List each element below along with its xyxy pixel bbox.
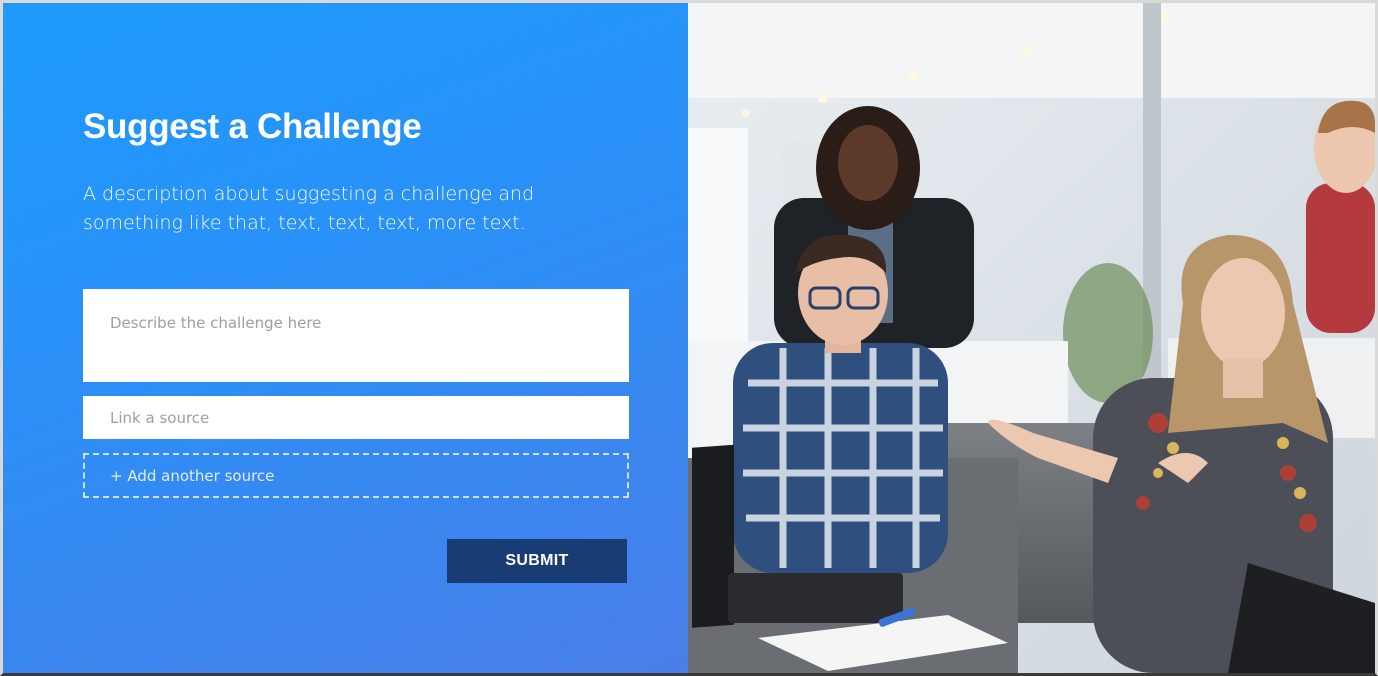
add-source-button[interactable]: + Add another source [83, 453, 629, 498]
form-panel: Suggest a Challenge A description about … [3, 3, 688, 673]
page-title: Suggest a Challenge [83, 107, 422, 146]
submit-button[interactable]: SUBMIT [447, 539, 627, 583]
add-source-label: + Add another source [110, 466, 275, 485]
hero-photo [688, 3, 1375, 673]
source-link-input[interactable] [83, 396, 629, 439]
office-meeting-image [688, 3, 1375, 673]
page-frame: Suggest a Challenge A description about … [0, 0, 1378, 676]
challenge-description-input[interactable] [83, 289, 629, 382]
page-description: A description about suggesting a challen… [83, 183, 535, 234]
